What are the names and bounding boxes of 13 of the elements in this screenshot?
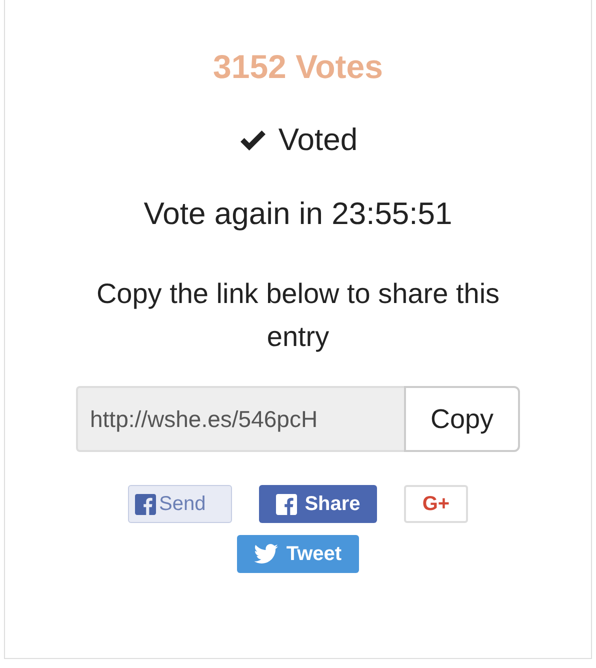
facebook-icon <box>276 494 297 514</box>
bird-icon <box>254 544 278 564</box>
share-instructions: Copy the link below to share this entry <box>95 277 501 354</box>
google-plus-button[interactable]: G+ <box>404 485 468 523</box>
send-button[interactable]: Send <box>128 485 232 523</box>
tweet-button[interactable]: Tweet <box>237 535 359 573</box>
countdown-text: Vote again in 23:55:51 <box>144 196 452 232</box>
copy-button[interactable]: Copy <box>404 386 520 452</box>
facebook-icon <box>135 494 156 514</box>
vote-count: 3152 Votes <box>213 48 383 86</box>
voted-label: Voted <box>278 122 358 158</box>
link-field[interactable]: http://wshe.es/546pcH <box>76 386 404 452</box>
share-button[interactable]: Share <box>259 485 377 523</box>
